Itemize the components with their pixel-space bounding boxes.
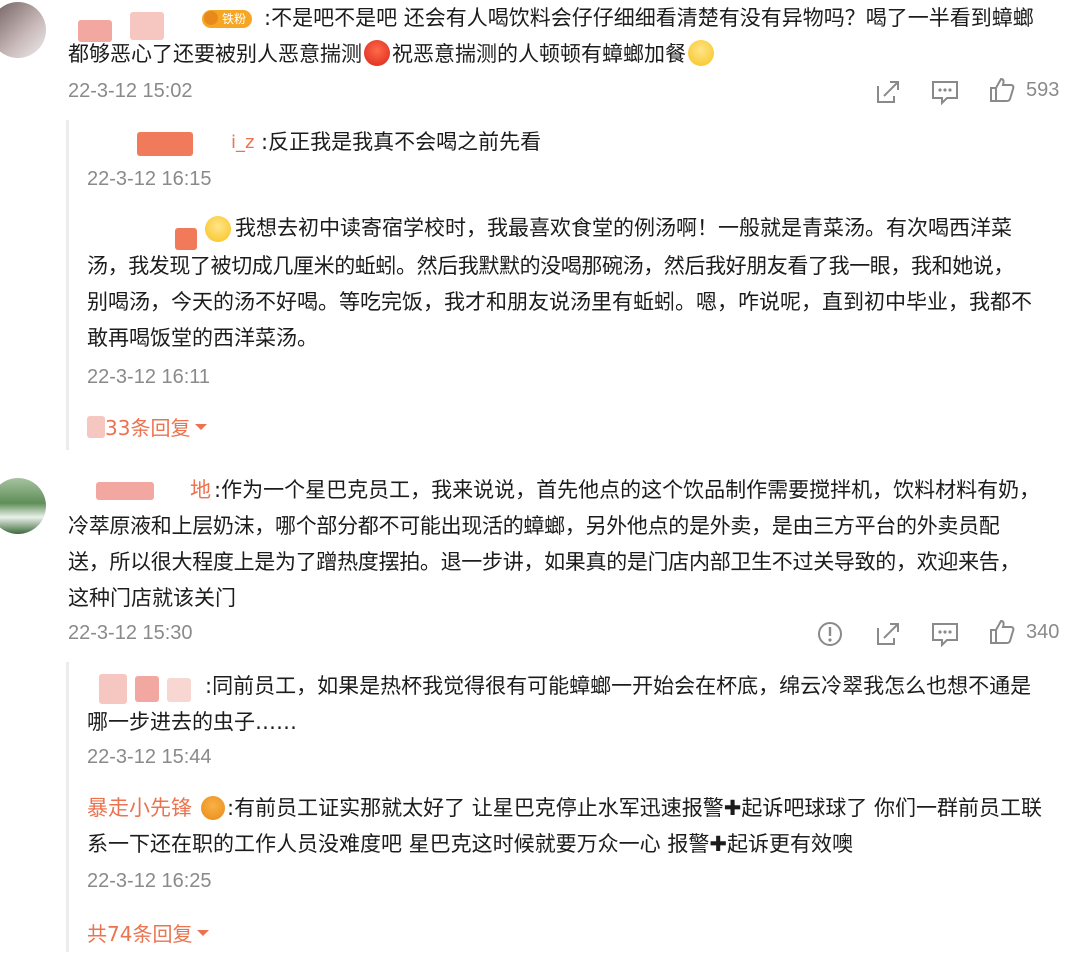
timestamp: 22-3-12 15:02 bbox=[68, 80, 193, 102]
like-icon bbox=[990, 77, 1015, 102]
username[interactable]: 地 bbox=[190, 472, 211, 509]
reply-list: i_z :反正我是我真不会喝之前先看 22-3-12 16:15 我想去初中读寄… bbox=[66, 120, 1069, 450]
like-count: 593 bbox=[1026, 78, 1060, 101]
comment-icon bbox=[932, 81, 958, 106]
timestamp: 22-3-12 15:30 bbox=[68, 622, 193, 644]
like-button[interactable]: 593 bbox=[988, 76, 1059, 104]
laughing-emoji-icon bbox=[688, 40, 714, 66]
reply-text-line: 敢再喝饭堂的西洋菜汤。 bbox=[87, 326, 318, 350]
username-redacted[interactable] bbox=[167, 678, 191, 702]
like-count: 340 bbox=[1026, 620, 1060, 643]
crying-emoji-icon bbox=[205, 216, 231, 242]
username-redacted[interactable] bbox=[99, 674, 127, 704]
more-replies-label: 33条回复 bbox=[105, 416, 191, 440]
reply-list: :同前员工，如果是热杯我觉得很有可能蟑螂一开始会在杯底，绵云冷翠我怎么也想不通是… bbox=[66, 662, 1069, 952]
comment-icon bbox=[932, 623, 958, 648]
reply-text: :反正我是我真不会喝之前先看 bbox=[261, 130, 542, 154]
share-button[interactable] bbox=[874, 78, 902, 106]
username-redacted[interactable] bbox=[96, 482, 154, 500]
reply-text-line: 哪一步进去的虫子…… bbox=[87, 710, 297, 734]
fan-badge: 铁粉 bbox=[202, 6, 253, 32]
comment-text-line: 这种门店就该关门 bbox=[68, 586, 236, 610]
angry-emoji-icon bbox=[364, 40, 390, 66]
report-icon bbox=[818, 622, 842, 646]
comment-text-line: 冷萃原液和上层奶沫，哪个部分都不可能出现活的蟑螂，另外他点的是外卖，是由三方平台… bbox=[68, 514, 1000, 538]
avatar[interactable] bbox=[0, 478, 46, 534]
timestamp: 22-3-12 16:11 bbox=[87, 366, 211, 388]
username-redacted[interactable] bbox=[175, 228, 197, 250]
comment-text: :不是吧不是吧 还会有人喝饮料会仔仔细细看清楚有没有异物吗？喝了一半看到蟑螂 bbox=[264, 6, 1034, 30]
share-button[interactable] bbox=[874, 620, 902, 648]
username-redacted[interactable] bbox=[137, 132, 193, 156]
like-button[interactable]: 340 bbox=[988, 618, 1059, 646]
more-replies-link[interactable]: 共74条回复 bbox=[87, 918, 210, 947]
report-button[interactable] bbox=[816, 620, 844, 648]
reply-text-line: 别喝汤，今天的汤不好喝。等吃完饭，我才和朋友说汤里有蚯蚓。嗯，咋说呢，直到初中毕… bbox=[87, 290, 1032, 314]
reply-text-line: 汤，我发现了被切成几厘米的蚯蚓。然后我默默的没喝那碗汤，然后我好朋友看了我一眼，… bbox=[87, 254, 1014, 278]
reply-text-line: 系一下还在职的工作人员没难度吧 星巴克这时候就要万众一心 报警✚起诉更有效噢 bbox=[87, 832, 853, 856]
dropdown-icon bbox=[197, 929, 210, 936]
reply-username[interactable]: i_z bbox=[231, 124, 254, 161]
comment-button[interactable] bbox=[930, 620, 960, 648]
crown-icon bbox=[201, 796, 225, 820]
timestamp: 22-3-12 15:44 bbox=[87, 746, 212, 768]
like-icon bbox=[990, 619, 1015, 644]
comment-button[interactable] bbox=[930, 78, 960, 106]
username-redacted[interactable] bbox=[135, 676, 159, 702]
share-icon bbox=[877, 81, 899, 103]
more-replies-link[interactable]: 33条回复 bbox=[87, 412, 208, 441]
reply-text: :同前员工，如果是热杯我觉得很有可能蟑螂一开始会在杯底，绵云冷翠我怎么也想不通是 bbox=[205, 674, 1032, 698]
crown-icon bbox=[204, 11, 218, 25]
share-icon bbox=[877, 623, 899, 645]
reply-text: 我想去初中读寄宿学校时，我最喜欢食堂的例汤啊！一般就是青菜汤。有次喝西洋菜 bbox=[235, 216, 1012, 240]
comment-text-line2: 都够恶心了还要被别人恶意揣测 祝恶意揣测的人顿顿有蟑螂加餐 bbox=[68, 36, 716, 73]
timestamp: 22-3-12 16:25 bbox=[87, 870, 212, 892]
avatar[interactable] bbox=[0, 2, 46, 58]
more-replies-label: 共74条回复 bbox=[87, 922, 193, 946]
reply-text: :有前员工证实那就太好了 让星巴克停止水军迅速报警✚起诉吧球球了 你们一群前员工… bbox=[227, 796, 1043, 820]
dropdown-icon bbox=[195, 423, 208, 430]
reply-username[interactable]: 暴走小先锋 bbox=[87, 790, 192, 827]
comment-text-line: 送，所以很大程度上是为了蹭热度摆拍。退一步讲，如果真的是门店内部卫生不过关导致的… bbox=[68, 550, 1021, 574]
count-redacted bbox=[87, 415, 105, 438]
timestamp: 22-3-12 16:15 bbox=[87, 168, 212, 190]
comment-text: :作为一个星巴克员工，我来说说，首先他点的这个饮品制作需要搅拌机，饮料材料有奶， bbox=[214, 478, 1041, 502]
